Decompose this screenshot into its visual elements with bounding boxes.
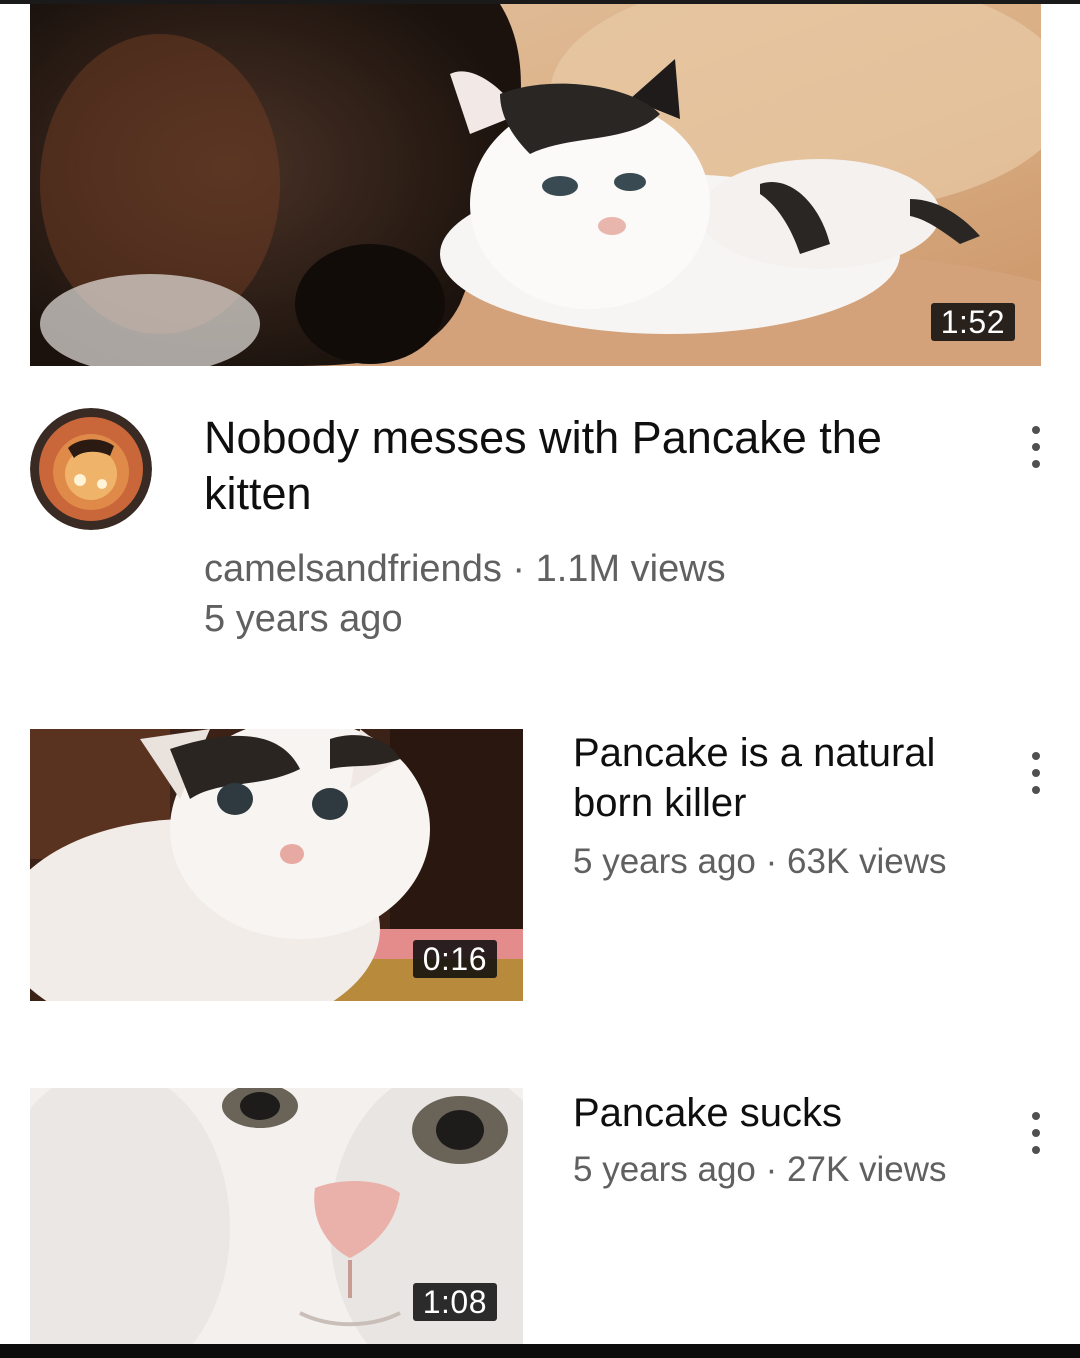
more-vert-icon[interactable]	[1016, 738, 1056, 808]
meta-separator: ·	[512, 548, 526, 590]
upload-age: 5 years ago	[204, 598, 403, 640]
channel-avatar-cat-icon	[30, 408, 152, 530]
channel-name[interactable]: camelsandfriends	[204, 548, 502, 590]
video-duration-badge: 1:52	[930, 303, 1015, 341]
related-video-title-1[interactable]: Pancake is a natural born killer	[573, 728, 983, 828]
meta-separator: ·	[765, 1150, 778, 1189]
related-video-title-2[interactable]: Pancake sucks	[573, 1088, 983, 1138]
view-count: 1.1M views	[535, 548, 726, 590]
featured-video-metadata: camelsandfriends · 1.1M views 5 years ag…	[204, 544, 924, 644]
channel-and-views-line: camelsandfriends · 1.1M views	[204, 544, 924, 594]
meta-separator: ·	[765, 842, 778, 881]
view-count: 63K views	[787, 842, 947, 881]
view-count: 27K views	[787, 1150, 947, 1189]
related-video-metadata-2: 5 years ago · 27K views	[573, 1148, 993, 1192]
featured-video-title[interactable]: Nobody messes with Pancake the kitten	[204, 410, 924, 522]
featured-video-thumbnail[interactable]: 1:52	[30, 4, 1041, 366]
related-video-metadata-1: 5 years ago · 63K views	[573, 840, 993, 884]
more-vert-icon[interactable]	[1016, 412, 1056, 482]
video-duration-badge: 1:08	[412, 1283, 497, 1321]
more-vert-icon[interactable]	[1016, 1098, 1056, 1168]
related-video-thumbnail-1[interactable]: 0:16	[30, 729, 523, 1001]
upload-age: 5 years ago	[573, 842, 756, 881]
screen-bottom-edge	[0, 1344, 1080, 1358]
video-duration-badge: 0:16	[412, 940, 497, 978]
upload-age: 5 years ago	[573, 1150, 756, 1189]
related-video-thumbnail-2[interactable]: 1:08	[30, 1088, 523, 1344]
channel-avatar[interactable]	[30, 408, 152, 530]
kitten-and-dog-image	[30, 4, 1041, 366]
